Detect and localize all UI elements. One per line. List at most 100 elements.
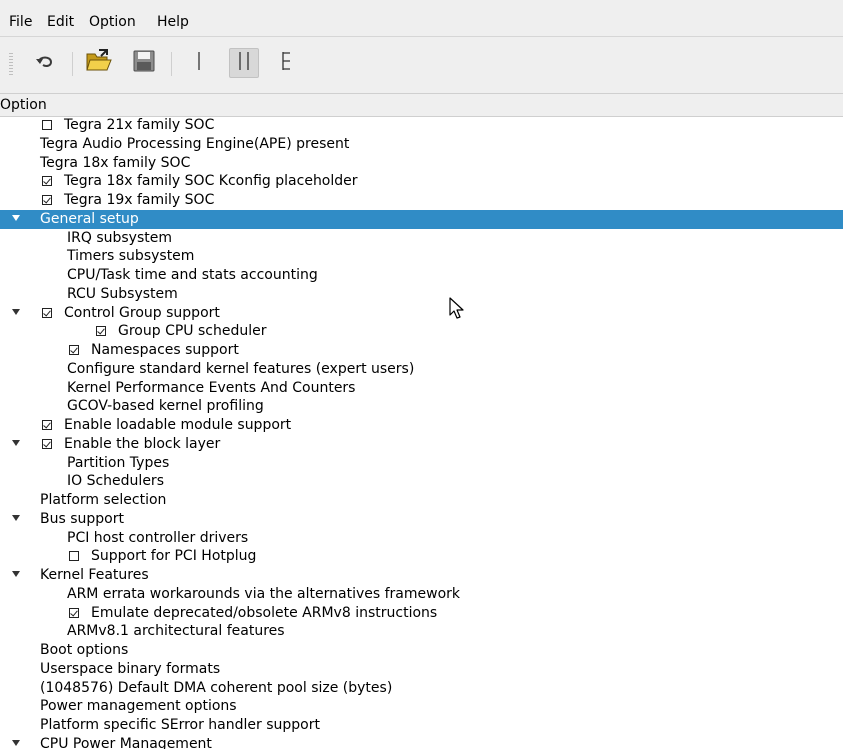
checkbox-checked[interactable] <box>42 420 52 430</box>
tree-row-label: Configure standard kernel features (expe… <box>67 360 415 377</box>
tree-row[interactable]: IRQ subsystem <box>0 229 843 248</box>
menu-file[interactable]: File <box>9 13 32 31</box>
toolbar-separator <box>72 52 73 76</box>
checkbox-checked[interactable] <box>69 607 79 618</box>
checkbox-checked[interactable] <box>42 176 52 187</box>
expand-arrow-icon[interactable] <box>12 571 20 577</box>
open-folder-icon <box>85 48 113 78</box>
tree-row-label: Kernel Performance Events And Counters <box>67 379 356 396</box>
toolbar <box>0 37 843 94</box>
tree-row[interactable]: Bus support <box>0 510 843 529</box>
tree-row[interactable]: Tegra 19x family SOC <box>0 191 843 210</box>
tree-row-label: RCU Subsystem <box>67 285 178 302</box>
toolbar-separator <box>171 52 172 76</box>
tree-row[interactable]: ARMv8.1 architectural features <box>0 622 843 641</box>
undo-icon <box>34 50 56 76</box>
tree-row[interactable]: RCU Subsystem <box>0 285 843 304</box>
tree-row[interactable]: Configure standard kernel features (expe… <box>0 360 843 379</box>
save-button[interactable] <box>129 48 159 78</box>
single-view-button[interactable] <box>184 48 214 78</box>
tree-row-label: (1048576) Default DMA coherent pool size… <box>40 679 393 696</box>
tree-row[interactable]: Kernel Performance Events And Counters <box>0 379 843 398</box>
tree-row-label: IRQ subsystem <box>67 229 172 246</box>
tree-row[interactable]: (1048576) Default DMA coherent pool size… <box>0 679 843 698</box>
tree-row[interactable]: Enable the block layer <box>0 435 843 454</box>
expand-arrow-icon[interactable] <box>12 214 20 221</box>
tree-row[interactable]: Timers subsystem <box>0 247 843 266</box>
checkbox-checked[interactable] <box>69 345 79 355</box>
tree-row-label: GCOV-based kernel profiling <box>67 398 264 415</box>
tree-row[interactable]: Userspace binary formats <box>0 660 843 679</box>
tree-row[interactable]: Support for PCI Hotplug <box>0 547 843 566</box>
tree-row[interactable]: Tegra Audio Processing Engine(APE) prese… <box>0 135 843 154</box>
tree-row[interactable]: Tegra 21x family SOC <box>0 116 843 135</box>
tree-row[interactable]: General setup <box>0 209 843 229</box>
tree-row-label: Platform selection <box>40 492 167 508</box>
tree-row[interactable]: Tegra 18x family SOC <box>0 154 843 173</box>
tree-row-label: Support for PCI Hotplug <box>91 548 257 565</box>
menu-option[interactable]: Option <box>89 13 136 31</box>
tree-row-label: Namespaces support <box>91 342 239 358</box>
tree-row-label: Partition Types <box>67 454 170 471</box>
tree-row[interactable]: Tegra 18x family SOC Kconfig placeholder <box>0 172 843 191</box>
tree-row[interactable]: CPU Power Management <box>0 735 843 749</box>
save-icon <box>132 49 156 77</box>
tree-row[interactable]: ARM errata workarounds via the alternati… <box>0 585 843 604</box>
checkbox-checked[interactable] <box>42 195 52 205</box>
tree-row-label: Kernel Features <box>40 567 149 583</box>
expand-arrow-icon[interactable] <box>12 514 20 521</box>
checkbox-checked[interactable] <box>96 326 106 337</box>
tree-row-label: Control Group support <box>64 304 220 321</box>
tree-row[interactable]: GCOV-based kernel profiling <box>0 397 843 416</box>
checkbox-checked[interactable] <box>42 307 52 318</box>
tree-row-label: Group CPU scheduler <box>118 323 267 340</box>
tree-row-label: Tegra 19x family SOC <box>64 192 215 208</box>
tree-row[interactable]: Partition Types <box>0 454 843 473</box>
tree-row-label: Userspace binary formats <box>40 660 221 677</box>
tree-row[interactable]: Emulate deprecated/obsolete ARMv8 instru… <box>0 604 843 623</box>
menu-help[interactable]: Help <box>157 13 189 31</box>
open-button[interactable] <box>84 48 114 78</box>
tree-row-label: Platform specific SError handler support <box>40 717 320 733</box>
expand-arrow-icon[interactable] <box>12 439 20 446</box>
full-view-button[interactable] <box>272 48 302 78</box>
tree-row-label: Tegra 21x family SOC <box>64 117 215 133</box>
tree-row[interactable]: Boot options <box>0 641 843 660</box>
toolbar-grip[interactable] <box>9 53 13 75</box>
tree-row[interactable]: PCI host controller drivers <box>0 529 843 548</box>
tree-row-label: Power management options <box>40 698 237 715</box>
single-view-icon <box>189 50 209 76</box>
undo-button[interactable] <box>30 48 60 78</box>
tree-row-label: Enable loadable module support <box>64 417 292 433</box>
expand-arrow-icon[interactable] <box>12 308 20 315</box>
tree-row[interactable]: Power management options <box>0 697 843 716</box>
mouse-cursor-icon <box>449 297 465 325</box>
tree-row-label: Tegra Audio Processing Engine(APE) prese… <box>40 135 350 152</box>
column-header[interactable]: Option <box>0 94 843 117</box>
tree-row-label: Bus support <box>40 510 124 527</box>
option-tree[interactable]: Tegra 21x family SOC Tegra Audio Processi… <box>0 116 843 749</box>
split-view-icon <box>234 50 254 76</box>
tree-row-label: IO Schedulers <box>67 473 164 490</box>
menu-edit[interactable]: Edit <box>47 13 74 31</box>
tree-row[interactable]: Platform specific SError handler support <box>0 716 843 735</box>
expand-arrow-icon[interactable] <box>12 739 20 746</box>
checkbox-checked[interactable] <box>42 438 52 449</box>
full-view-icon <box>277 50 297 76</box>
tree-row-label: PCI host controller drivers <box>67 529 249 546</box>
tree-row[interactable]: IO Schedulers <box>0 472 843 491</box>
tree-row[interactable]: Group CPU scheduler <box>0 322 843 341</box>
tree-row-label: ARM errata workarounds via the alternati… <box>67 585 460 602</box>
tree-row[interactable]: Namespaces support <box>0 341 843 360</box>
checkbox-unchecked[interactable] <box>42 120 52 130</box>
tree-row[interactable]: CPU/Task time and stats accounting <box>0 266 843 285</box>
tree-row[interactable]: Kernel Features <box>0 566 843 585</box>
tree-row-label: Boot options <box>40 642 129 658</box>
tree-row-label: Timers subsystem <box>67 248 195 265</box>
column-header-option[interactable]: Option <box>0 96 47 114</box>
checkbox-unchecked[interactable] <box>69 551 79 562</box>
tree-row[interactable]: Platform selection <box>0 491 843 510</box>
tree-row[interactable]: Control Group support <box>0 304 843 323</box>
tree-row[interactable]: Enable loadable module support <box>0 416 843 435</box>
split-view-button[interactable] <box>229 48 259 78</box>
